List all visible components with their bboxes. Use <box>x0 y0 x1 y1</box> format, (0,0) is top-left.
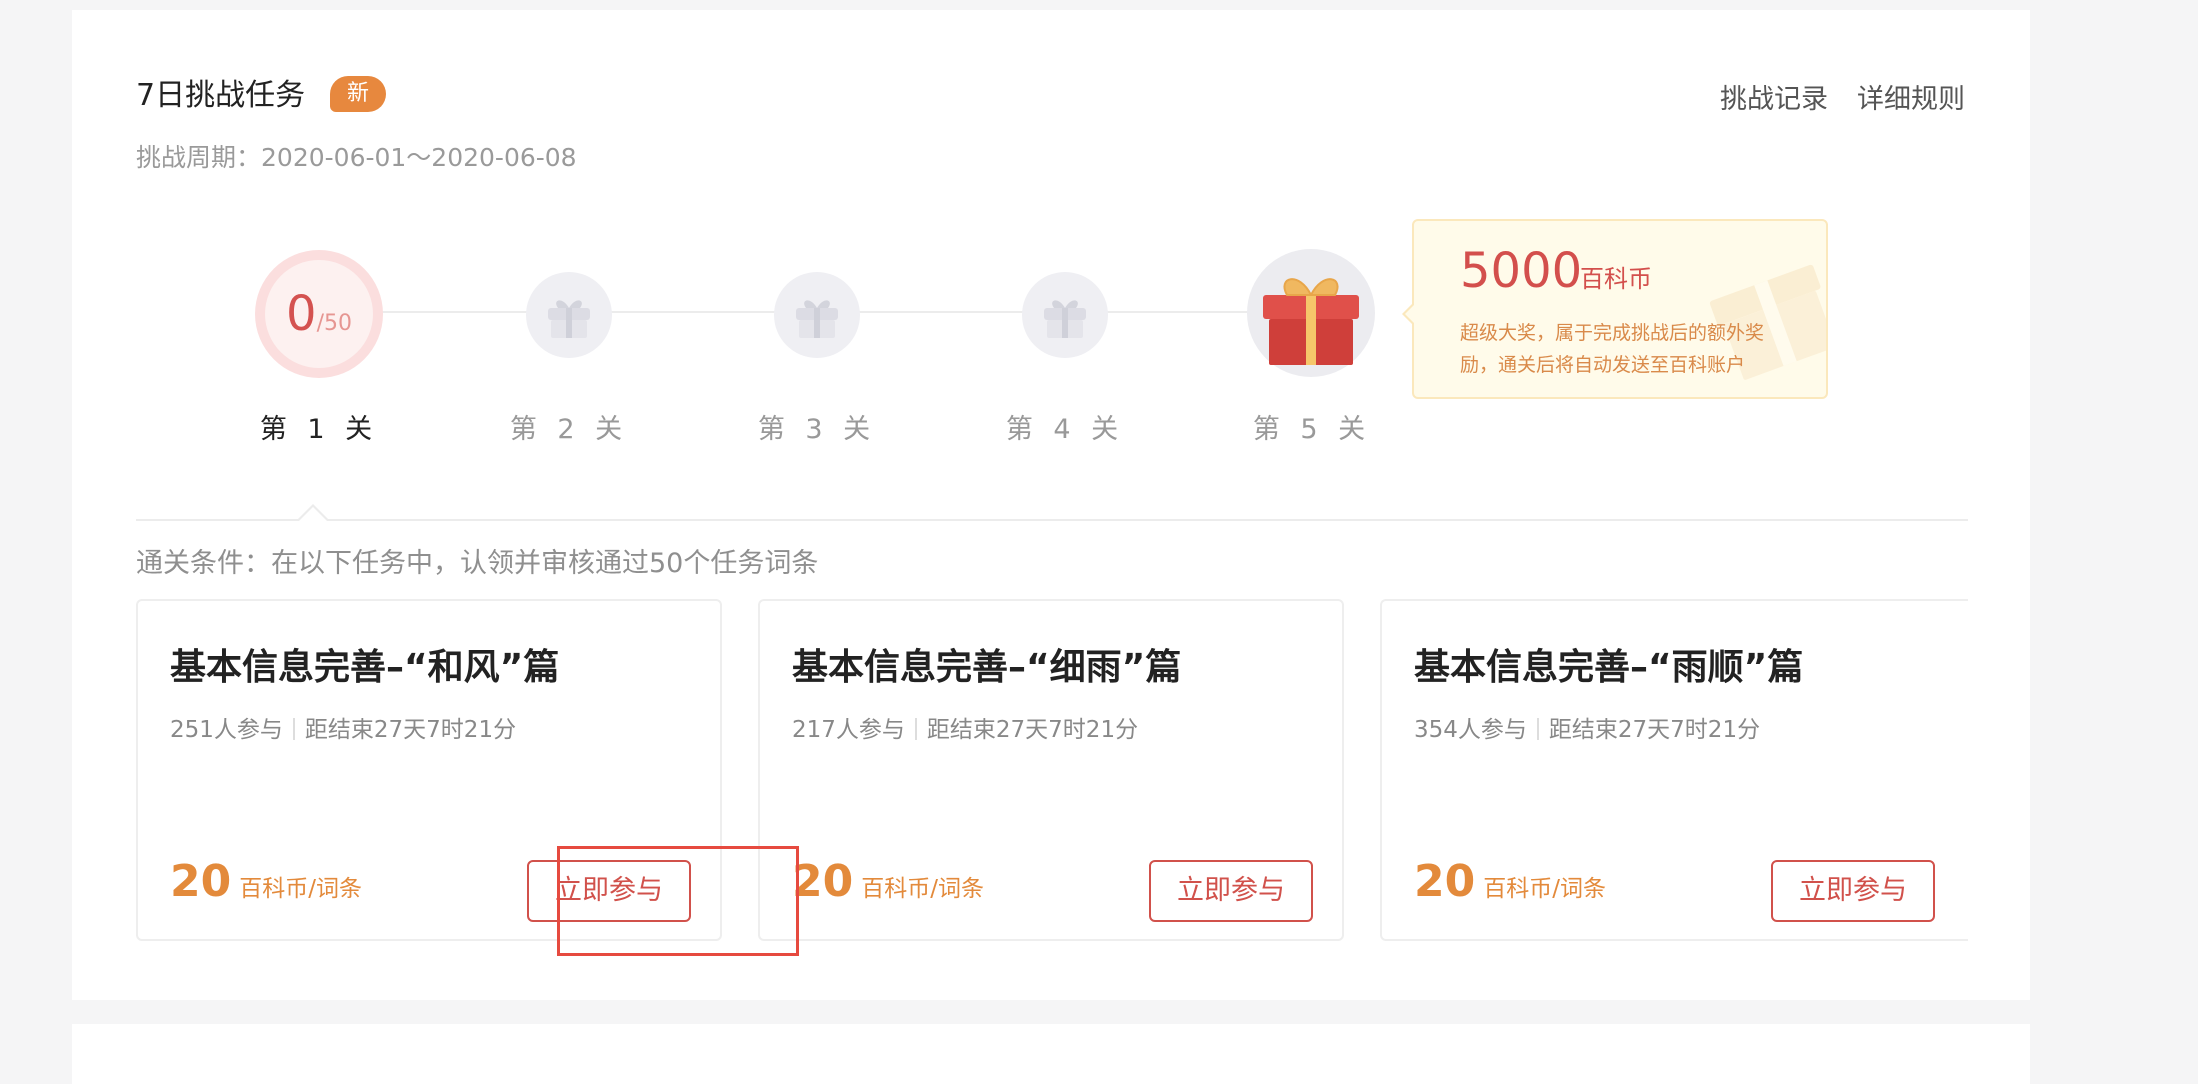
task-participants: 354人参与 <box>1414 717 1527 743</box>
level-2-gift[interactable] <box>526 272 612 358</box>
level-5-gift[interactable] <box>1247 249 1375 377</box>
meta-separator <box>292 718 295 740</box>
section-divider <box>136 519 1968 521</box>
new-badge: 新 <box>330 76 386 112</box>
prize-unit: 百科币 <box>1580 265 1652 293</box>
task-title: 基本信息完善–“细雨”篇 <box>792 647 1182 688</box>
level-3-label: 第 3 关 <box>757 414 877 445</box>
task-reward: 20 百科币/词条 <box>792 856 984 907</box>
prize-description: 超级大奖，属于完成挑战后的额外奖励，通关后将自动发送至百科账户 <box>1460 322 1765 376</box>
level-4-gift[interactable] <box>1022 272 1108 358</box>
task-deadline: 距结束27天7时21分 <box>304 717 517 743</box>
level-1-label: 第 1 关 <box>259 414 379 445</box>
period-value: 2020-06-01～2020-06-08 <box>261 143 577 172</box>
page-title: 7日挑战任务 <box>136 78 306 113</box>
reward-amount: 20 <box>792 856 854 907</box>
task-title: 基本信息完善–“雨顺”篇 <box>1414 647 1804 688</box>
task-participants: 251人参与 <box>170 717 283 743</box>
prize-pointer-fill <box>1405 304 1415 324</box>
task-meta: 354人参与 距结束27天7时21分 <box>1414 713 1760 747</box>
task-participants: 217人参与 <box>792 717 905 743</box>
gift-icon <box>1044 300 1086 338</box>
meta-separator <box>914 718 917 740</box>
progress-count: 0/50 <box>255 286 383 342</box>
task-meta: 251人参与 距结束27天7时21分 <box>170 713 516 747</box>
join-now-button[interactable]: 立即参与 <box>1771 860 1935 922</box>
gift-icon <box>796 300 838 338</box>
task-reward: 20 百科币/词条 <box>170 856 362 907</box>
reward-amount: 20 <box>1414 856 1476 907</box>
prize-amount: 5000 <box>1460 243 1583 299</box>
reward-unit: 百科币/词条 <box>239 876 362 902</box>
active-level-pointer-fill <box>299 507 327 521</box>
challenge-record-link[interactable]: 挑战记录 <box>1720 80 1828 120</box>
task-card[interactable]: 基本信息完善–“细雨”篇 217人参与 距结束27天7时21分 20 百科币/词条 … <box>758 599 1344 941</box>
progress-current: 0 <box>286 286 317 342</box>
task-deadline: 距结束27天7时21分 <box>926 717 1139 743</box>
task-deadline: 距结束27天7时21分 <box>1548 717 1761 743</box>
task-meta: 217人参与 距结束27天7时21分 <box>792 713 1138 747</box>
progress-total: /50 <box>316 311 352 336</box>
task-reward: 20 百科币/词条 <box>1414 856 1606 907</box>
period-label: 挑战周期： <box>136 143 262 172</box>
level-4-label: 第 4 关 <box>1005 414 1125 445</box>
level-2-label: 第 2 关 <box>509 414 629 445</box>
join-now-button[interactable]: 立即参与 <box>1149 860 1313 922</box>
gift-icon <box>548 300 590 338</box>
reward-unit: 百科币/词条 <box>861 876 984 902</box>
task-title: 基本信息完善–“和风”篇 <box>170 647 560 688</box>
pass-condition: 通关条件：在以下任务中，认领并审核通过50个任务词条 <box>136 548 819 579</box>
meta-separator <box>1536 718 1539 740</box>
highlight-annotation <box>557 846 799 956</box>
grand-prize-box: 5000 百科币 超级大奖，属于完成挑战后的额外奖励，通关后将自动发送至百科账户 <box>1412 219 1828 399</box>
challenge-panel: 7日挑战任务 新 挑战周期：2020-06-01～2020-06-08 挑战记录… <box>72 10 2030 1000</box>
task-card[interactable]: 基本信息完善–“雨顺”篇 354人参与 距结束27天7时21分 20 百科币/词条 … <box>1380 599 1968 941</box>
reward-unit: 百科币/词条 <box>1483 876 1606 902</box>
level-3-gift[interactable] <box>774 272 860 358</box>
detailed-rules-link[interactable]: 详细规则 <box>1857 80 1965 120</box>
challenge-period: 挑战周期：2020-06-01～2020-06-08 <box>136 138 577 178</box>
next-panel <box>72 1024 2030 1084</box>
level-1-progress[interactable]: 0/50 <box>255 250 383 378</box>
level-5-label: 第 5 关 <box>1252 414 1372 445</box>
reward-amount: 20 <box>170 856 232 907</box>
big-gift-icon <box>1263 278 1359 365</box>
